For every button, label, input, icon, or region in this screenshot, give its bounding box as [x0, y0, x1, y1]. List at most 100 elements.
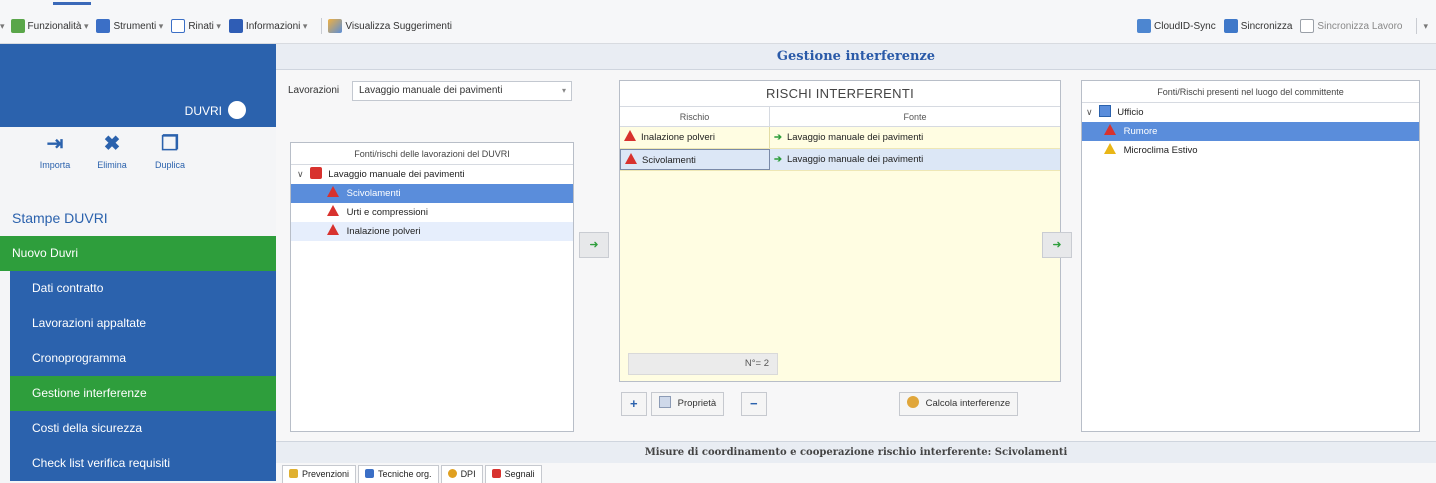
cell-fonte: Lavaggio manuale dei pavimenti — [786, 132, 924, 143]
menu-funzionalita[interactable]: Funzionalità ▾ — [10, 19, 89, 33]
tree-root[interactable]: ∨ Lavaggio manuale dei pavimenti — [291, 165, 573, 184]
sidebar-item-lavorazioni[interactable]: Lavorazioni appaltate — [10, 306, 276, 341]
sidebar-item-check-list[interactable]: Check list verifica requisiti — [10, 446, 276, 481]
chevron-down-icon: ▾ — [156, 20, 164, 31]
menu-suggerimenti[interactable]: Visualizza Suggerimenti — [328, 19, 452, 33]
cloud-sync-button[interactable]: CloudID-Sync — [1137, 19, 1216, 33]
compute-interferences-button[interactable]: Calcola interferenze — [899, 392, 1019, 416]
chevron-down-icon[interactable]: ∨ — [1086, 103, 1096, 122]
tab-label: DPI — [460, 469, 476, 479]
tree-root-label: Lavaggio manuale dei pavimenti — [328, 169, 465, 180]
prevention-icon — [289, 469, 298, 478]
menu-strumenti[interactable]: Strumenti ▾ — [96, 19, 163, 33]
sync-work-icon — [1300, 19, 1315, 33]
tree-item[interactable]: Urti e compressioni — [291, 203, 573, 222]
panel-title: RISCHI INTERFERENTI — [620, 81, 1060, 107]
sidebar-header-label: DUVRI — [184, 104, 222, 118]
sidebar-menu: Nuovo Duvri Dati contratto Lavorazioni a… — [0, 236, 276, 481]
sidebar-item-gestione-interferenze[interactable]: Gestione interferenze — [10, 376, 276, 411]
tab-prevenzioni[interactable]: Prevenzioni — [282, 465, 357, 483]
row-count: N°= 2 — [628, 353, 778, 375]
sidebar-actions: ⇥ Importa ✖ Elimina ❐ Duplica — [0, 132, 276, 186]
duplicate-label: Duplica — [154, 160, 185, 170]
tree-item[interactable]: Microclima Estivo — [1082, 141, 1419, 160]
delete-button[interactable]: ✖ Elimina — [87, 132, 137, 170]
button-label: CloudID-Sync — [1154, 20, 1216, 32]
source-arrow-icon: ➔ — [774, 154, 782, 165]
sync-icon — [1223, 19, 1238, 33]
lavorazioni-select[interactable]: Lavaggio manuale dei pavimenti ▾ — [352, 81, 572, 101]
chevron-down-icon[interactable]: ▾ — [1423, 21, 1428, 32]
tree-root[interactable]: ∨ Ufficio — [1082, 103, 1419, 122]
menu-rinati[interactable]: Rinati ▾ — [171, 19, 221, 33]
print-duvri-link[interactable]: Stampe DUVRI — [12, 210, 108, 226]
tab-label: Segnali — [504, 469, 535, 479]
import-icon: ⇥ — [46, 133, 64, 155]
tab-dpi[interactable]: DPI — [440, 465, 483, 483]
table-header: Rischio Fonte — [620, 107, 1060, 127]
tools-icon — [96, 19, 111, 33]
chevron-down-icon[interactable]: ▾ — [0, 21, 5, 32]
toolbar-divider — [1416, 18, 1418, 34]
tab-tecniche[interactable]: Tecniche org. — [358, 465, 439, 483]
source-arrow-icon: ➔ — [774, 132, 782, 143]
sidebar-header: DUVRI — [0, 44, 276, 127]
info-icon — [228, 19, 243, 33]
chevron-down-icon: ▾ — [561, 86, 566, 95]
risks-actions: + Proprietà − Calcola interferenze — [619, 392, 1061, 418]
measures-tabs: Prevenzioni Tecniche org. DPI Segnali — [282, 465, 544, 483]
sync-work-button[interactable]: Sincronizza Lavoro — [1300, 19, 1402, 33]
table-row[interactable]: Scivolamenti ➔ Lavaggio manuale dei pavim… — [620, 149, 1060, 171]
warning-icon — [1104, 124, 1116, 135]
toolbar-divider — [321, 18, 323, 34]
import-button[interactable]: ⇥ Importa — [30, 132, 80, 170]
chevron-down-icon[interactable]: ∨ — [297, 165, 307, 184]
menu-informazioni[interactable]: Informazioni ▾ — [228, 19, 307, 33]
remove-button[interactable]: − — [741, 392, 767, 416]
signals-icon — [491, 469, 501, 478]
column-header-fonte[interactable]: Fonte — [770, 107, 1060, 126]
arrow-right-icon: ➜ — [589, 239, 599, 251]
add-button[interactable]: + — [621, 392, 647, 416]
duplicate-button[interactable]: ❐ Duplica — [145, 132, 195, 170]
properties-label: Proprietà — [677, 398, 717, 409]
tree-item-label: Scivolamenti — [346, 188, 401, 199]
duvri-sources-panel: Fonti/rischi delle lavorazioni del DUVRI… — [290, 142, 574, 432]
toolbar-accent — [53, 2, 91, 5]
technical-icon — [365, 469, 375, 478]
chevron-down-icon: ▾ — [81, 20, 89, 31]
tree-item[interactable]: Inalazione polveri — [291, 222, 573, 241]
add-from-site-button[interactable]: ➜ — [1042, 232, 1072, 258]
tree-item[interactable]: Scivolamenti — [291, 184, 573, 203]
tree-item-label: Rumore — [1123, 126, 1158, 137]
functions-icon — [10, 19, 25, 33]
lavorazioni-value: Lavaggio manuale dei pavimenti — [359, 85, 503, 96]
coordination-measures-title: Misure di coordinamento e cooperazione r… — [276, 441, 1436, 463]
page-title: Gestione interferenze — [276, 44, 1436, 70]
menu-label: Informazioni — [245, 20, 301, 32]
cloud-sync-icon — [1137, 19, 1152, 33]
cell-rischio: Inalazione polveri — [641, 132, 715, 143]
sidebar-item-cronoprogramma[interactable]: Cronoprogramma — [10, 341, 276, 376]
tab-segnali[interactable]: Segnali — [484, 465, 542, 483]
main-panel: Gestione interferenze Lavorazioni Lavagg… — [276, 44, 1436, 483]
sidebar-item-dati-contratto[interactable]: Dati contratto — [10, 271, 276, 306]
table-row[interactable]: Inalazione polveri ➔ Lavaggio manuale dei… — [620, 127, 1060, 149]
properties-button[interactable]: Proprietà — [651, 392, 725, 416]
add-to-interferences-button[interactable]: ➜ — [579, 232, 609, 258]
toolbar-left: ▾ Funzionalità ▾ Strumenti ▾ Rinati ▾ In… — [0, 17, 460, 35]
warning-icon — [1104, 143, 1116, 154]
sidebar-item-costi-sicurezza[interactable]: Costi della sicurezza — [10, 411, 276, 446]
duvri-logo-icon — [228, 101, 246, 119]
column-header-rischio[interactable]: Rischio — [620, 107, 770, 126]
cell-fonte: Lavaggio manuale dei pavimenti — [786, 154, 924, 165]
tab-label: Tecniche org. — [378, 469, 432, 479]
duplicate-icon: ❐ — [161, 133, 179, 155]
properties-icon — [659, 396, 671, 408]
tab-label: Prevenzioni — [302, 469, 350, 479]
sidebar-item-nuovo-duvri[interactable]: Nuovo Duvri — [0, 236, 276, 271]
sync-button[interactable]: Sincronizza — [1223, 19, 1292, 33]
tree-item[interactable]: Rumore — [1082, 122, 1419, 141]
work-node-icon — [309, 167, 322, 179]
toolbar-right: CloudID-Sync Sincronizza Sincronizza Lav… — [1137, 17, 1428, 35]
